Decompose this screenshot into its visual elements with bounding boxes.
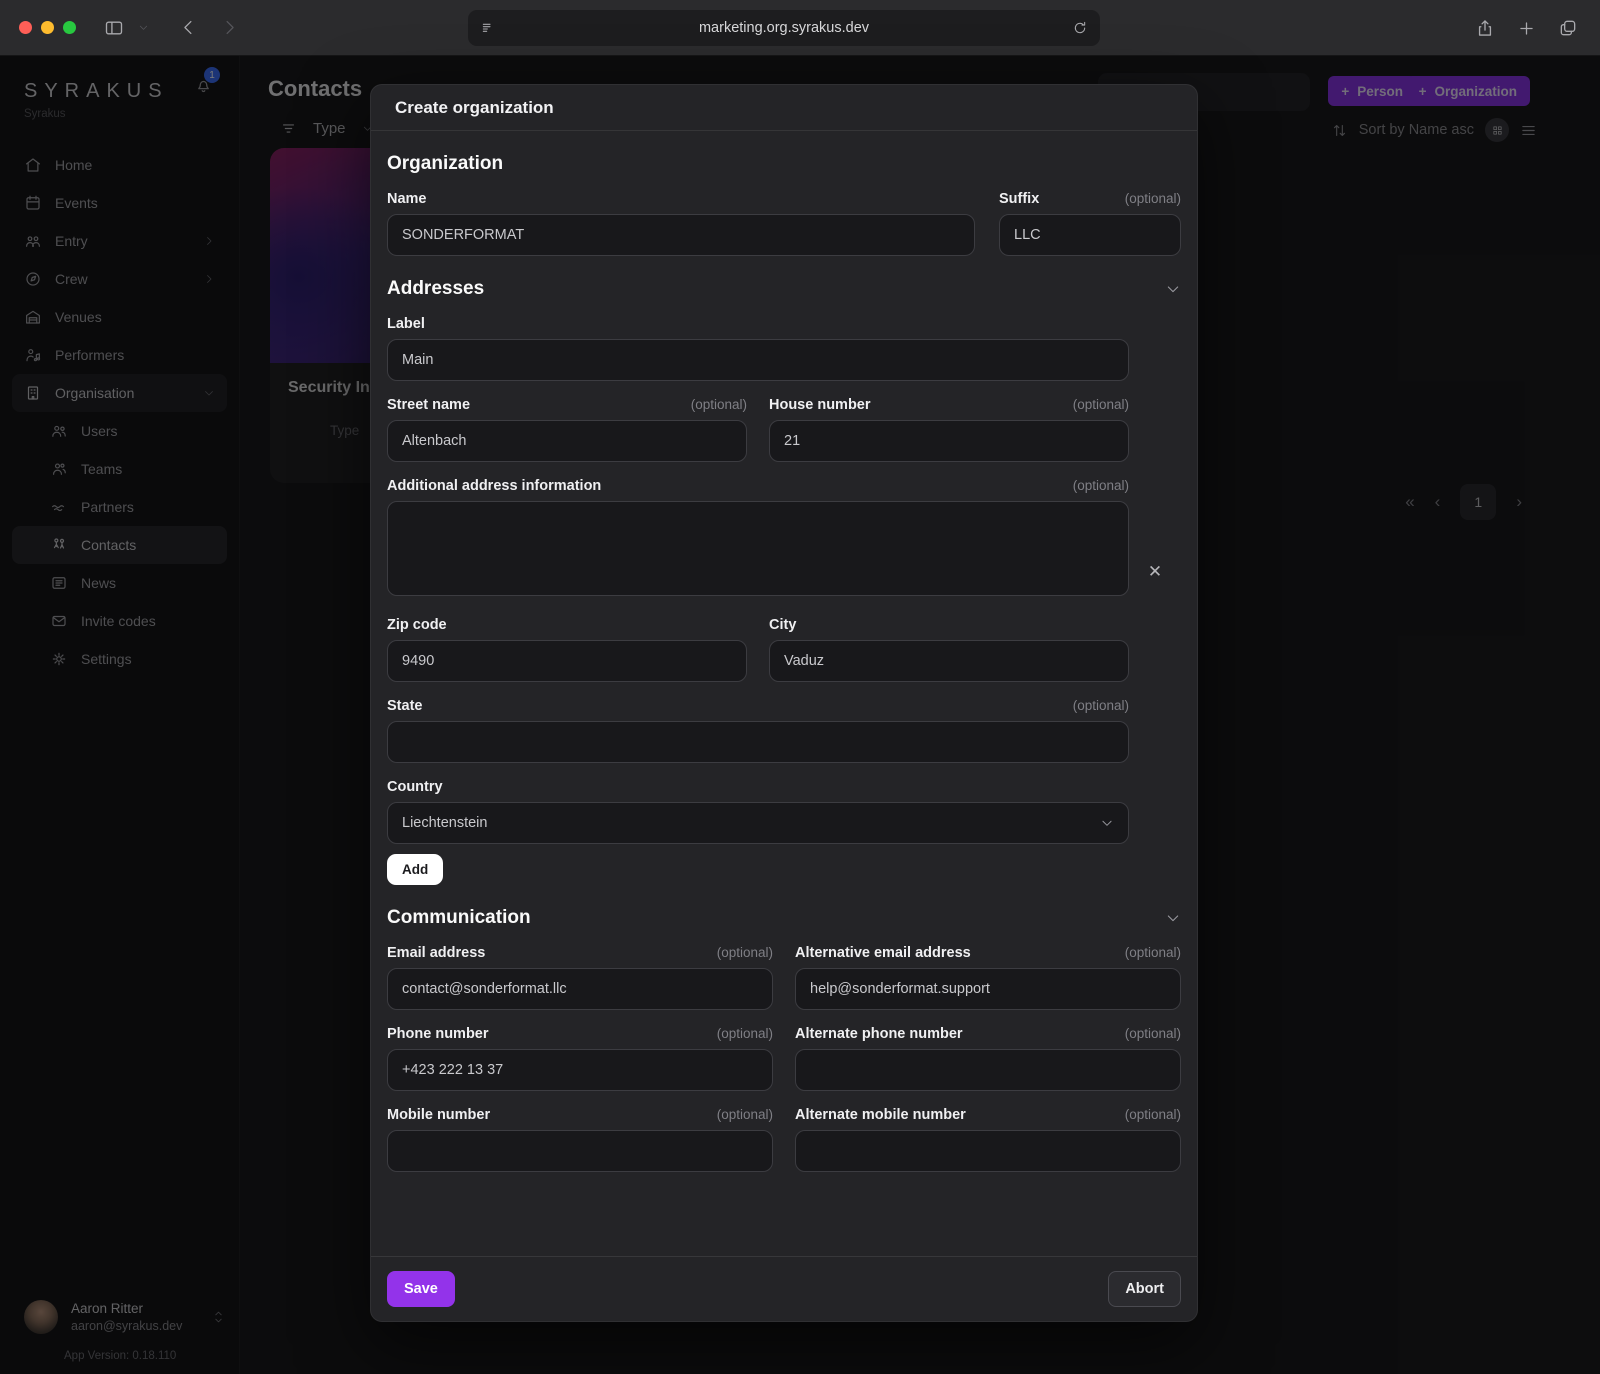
alternative-email-input[interactable] <box>795 968 1181 1010</box>
new-tab-icon[interactable] <box>1517 19 1536 38</box>
back-button[interactable] <box>179 18 198 37</box>
name-label: Name <box>387 191 427 207</box>
alternate-phone-input[interactable] <box>795 1049 1181 1091</box>
forward-button[interactable] <box>220 18 239 37</box>
alternate-mobile-input[interactable] <box>795 1130 1181 1172</box>
browser-chrome: marketing.org.syrakus.dev <box>0 0 1600 56</box>
tab-overview-icon[interactable] <box>1558 18 1578 38</box>
house-number-input[interactable] <box>769 420 1129 462</box>
addresses-section-header[interactable]: Addresses <box>387 278 1181 300</box>
alternate-phone-label: Alternate phone number <box>795 1026 963 1042</box>
city-input[interactable] <box>769 640 1129 682</box>
reload-icon[interactable] <box>1072 20 1088 36</box>
address-label-label: Label <box>387 316 425 332</box>
alternate-mobile-label: Alternate mobile number <box>795 1107 966 1123</box>
state-input[interactable] <box>387 721 1129 763</box>
address-bar[interactable]: marketing.org.syrakus.dev <box>468 10 1100 46</box>
zoom-window-button[interactable] <box>63 21 76 34</box>
chevron-down-icon[interactable] <box>1165 281 1181 297</box>
address-entry: Label Street name (optional) <box>387 300 1181 844</box>
share-icon[interactable] <box>1475 18 1495 38</box>
mobile-number-label: Mobile number <box>387 1107 490 1123</box>
remove-address-button[interactable]: ✕ <box>1148 562 1162 582</box>
create-organization-modal: Create organization Organization Name Su… <box>370 84 1198 1322</box>
phone-number-input[interactable] <box>387 1049 773 1091</box>
minimize-window-button[interactable] <box>41 21 54 34</box>
chevron-down-icon[interactable] <box>1165 910 1181 926</box>
street-name-label: Street name <box>387 397 470 413</box>
additional-address-input[interactable] <box>387 501 1129 596</box>
house-number-label: House number <box>769 397 871 413</box>
zip-code-label: Zip code <box>387 617 447 633</box>
name-input[interactable] <box>387 214 975 256</box>
reader-icon[interactable] <box>480 20 496 36</box>
additional-address-label: Additional address information <box>387 478 601 494</box>
save-button[interactable]: Save <box>387 1271 455 1307</box>
street-name-input[interactable] <box>387 420 747 462</box>
organization-section-header: Organization <box>387 153 1181 175</box>
modal-title: Create organization <box>395 98 554 118</box>
alternative-email-label: Alternative email address <box>795 945 971 961</box>
communication-section-header[interactable]: Communication <box>387 907 1181 929</box>
suffix-input[interactable] <box>999 214 1181 256</box>
close-window-button[interactable] <box>19 21 32 34</box>
email-input[interactable] <box>387 968 773 1010</box>
chevron-down-icon <box>1100 816 1114 830</box>
abort-button[interactable]: Abort <box>1108 1271 1181 1307</box>
suffix-label: Suffix <box>999 191 1039 207</box>
country-label: Country <box>387 779 443 795</box>
address-label-input[interactable] <box>387 339 1129 381</box>
country-select[interactable]: Liechtenstein <box>387 802 1129 844</box>
add-address-button[interactable]: Add <box>387 854 443 885</box>
window-controls <box>19 21 76 34</box>
zip-code-input[interactable] <box>387 640 747 682</box>
url-text[interactable]: marketing.org.syrakus.dev <box>496 20 1072 36</box>
mobile-number-input[interactable] <box>387 1130 773 1172</box>
modal-footer: Save Abort <box>371 1256 1197 1321</box>
modal-header: Create organization <box>371 85 1197 131</box>
city-label: City <box>769 617 796 633</box>
state-label: State <box>387 698 422 714</box>
sidebar-toggle-icon[interactable] <box>104 18 124 38</box>
modal-body: Organization Name Suffix (optional) <box>371 131 1197 1256</box>
phone-number-label: Phone number <box>387 1026 489 1042</box>
email-label: Email address <box>387 945 485 961</box>
chevron-down-icon[interactable] <box>138 22 149 33</box>
app-root: SYRAKUS Syrakus 1 Home Events Entry <box>0 56 1600 1374</box>
